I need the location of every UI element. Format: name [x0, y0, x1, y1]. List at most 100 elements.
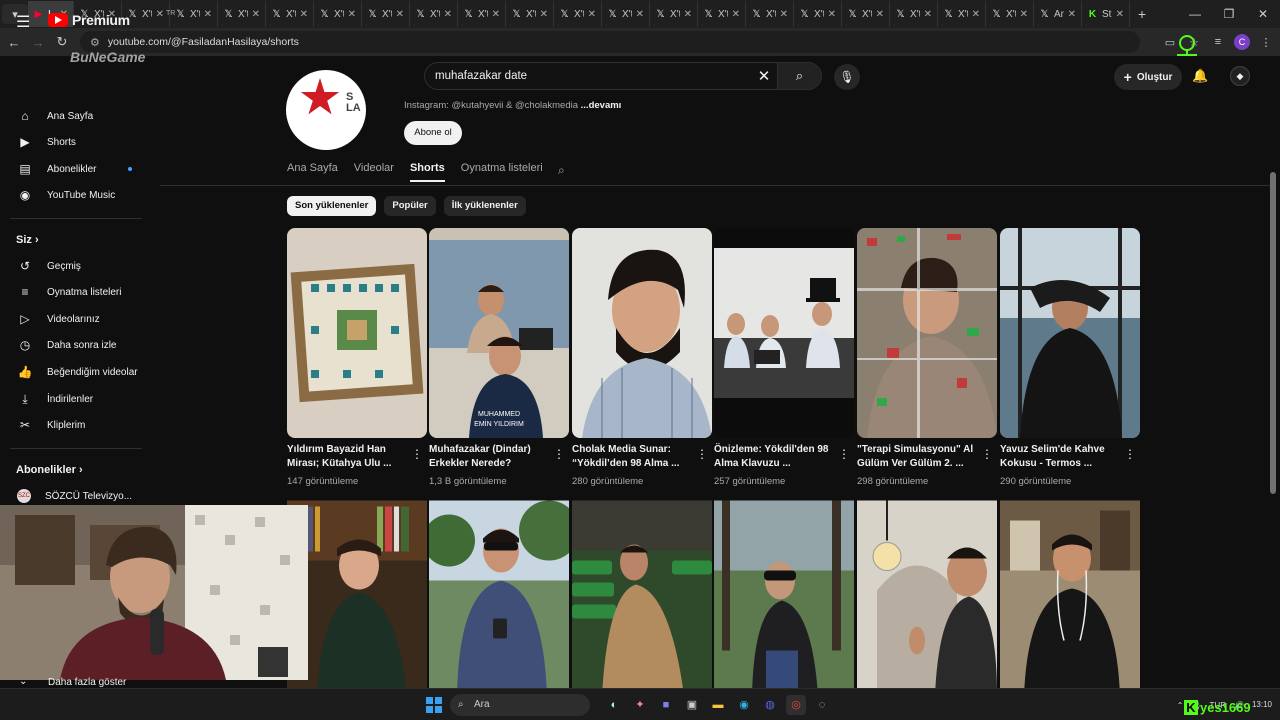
browser-tab[interactable]: 𝕏 X'te ✕ [986, 1, 1034, 27]
create-button[interactable]: + Oluştur [1114, 64, 1182, 90]
close-tab-icon[interactable]: ✕ [396, 9, 404, 20]
media-icon[interactable]: ≡ [1210, 36, 1226, 48]
new-tab-button[interactable]: + [1130, 6, 1154, 22]
browser-tab[interactable]: 𝕏 X'te ✕ [266, 1, 314, 27]
browser-tab[interactable]: 𝕏 X'te ✕ [362, 1, 410, 27]
close-tab-icon[interactable]: ✕ [876, 9, 884, 20]
browser-tab[interactable]: 𝕏 X'te ✕ [506, 1, 554, 27]
short-thumbnail-row2-3[interactable] [572, 493, 712, 688]
channel-tab[interactable]: Oynatma listeleri [461, 162, 543, 182]
store-icon[interactable]: ▣ [682, 695, 702, 715]
chrome-icon[interactable]: ◎ [786, 695, 806, 715]
close-tab-icon[interactable]: ✕ [1068, 9, 1076, 20]
sidebar-item[interactable]: ↺ Geçmiş [0, 253, 150, 279]
task-view-icon[interactable]: ◐ [604, 695, 624, 715]
file-explorer-icon[interactable]: ▬ [708, 695, 728, 715]
close-tab-icon[interactable]: ✕ [1116, 9, 1124, 20]
close-tab-icon[interactable]: ✕ [348, 9, 356, 20]
sidebar-item[interactable]: 👍 Beğendiğim videolar [0, 359, 150, 385]
clock[interactable]: 13:10 [1252, 700, 1272, 710]
youtube-premium-logo[interactable]: Premium TR [48, 10, 175, 28]
filter-chip[interactable]: Popüler [384, 196, 436, 216]
channel-tab[interactable]: Shorts [409, 162, 445, 182]
browser-tab[interactable]: 𝕏 X'te ✕ [842, 1, 890, 27]
more-options-icon[interactable]: ⋮ [981, 447, 993, 461]
maximize-button[interactable]: ❐ [1212, 7, 1246, 21]
browser-tab[interactable]: 𝕏 Ana ✕ [1034, 1, 1082, 27]
browser-tab[interactable]: 𝕏 X'te ✕ [314, 1, 362, 27]
you-section-header[interactable]: Siz › [16, 234, 39, 246]
close-tab-icon[interactable]: ✕ [588, 9, 596, 20]
sidebar-item[interactable]: ≡ Oynatma listeleri [0, 279, 150, 305]
browser-tab[interactable]: 𝕏 X'te ✕ [218, 1, 266, 27]
sidebar-item[interactable]: ✂ Kliplerim [0, 412, 150, 438]
edge-icon[interactable]: ◉ [734, 695, 754, 715]
close-tab-icon[interactable]: ✕ [300, 9, 308, 20]
short-thumbnail-row2-1[interactable] [287, 493, 427, 688]
browser-tab[interactable]: 𝕏 X'te ✕ [170, 1, 218, 27]
short-thumbnail[interactable] [857, 228, 997, 438]
channel-tab[interactable]: Ana Sayfa [287, 162, 338, 182]
close-tab-icon[interactable]: ✕ [780, 9, 788, 20]
more-options-icon[interactable]: ⋮ [1124, 447, 1136, 461]
close-tab-icon[interactable]: ✕ [636, 9, 644, 20]
sidebar-item[interactable]: ⌂ Ana Sayfa [0, 103, 150, 129]
app-icon[interactable]: ◌ [812, 695, 832, 715]
close-tab-icon[interactable]: ✕ [684, 9, 692, 20]
account-avatar[interactable]: ◆ [1230, 66, 1250, 86]
show-more-link[interactable]: Daha fazla göster [48, 677, 126, 688]
sidebar-item[interactable]: ▶ Shorts [0, 129, 150, 155]
minimize-button[interactable]: — [1178, 7, 1212, 21]
browser-tab[interactable]: 𝕏 X'te ✕ [554, 1, 602, 27]
search-box[interactable]: muhafazakar date ✕ ⌕ [424, 62, 822, 90]
filter-chip[interactable]: Son yüklenenler [287, 196, 377, 216]
tray-chevron-icon[interactable]: ⌃ [1177, 701, 1184, 710]
close-tab-icon[interactable]: ✕ [252, 9, 260, 20]
browser-tab[interactable]: K Strea ✕ [1082, 1, 1130, 27]
more-options-icon[interactable]: ⋮ [696, 447, 708, 461]
subscribe-button[interactable]: Abone ol [404, 121, 462, 145]
close-tab-icon[interactable]: ✕ [972, 9, 980, 20]
browser-tab[interactable]: 𝕏 X'te ✕ [650, 1, 698, 27]
subscriptions-section-header[interactable]: Abonelikler › [16, 464, 83, 476]
close-tab-icon[interactable]: ✕ [828, 9, 836, 20]
filter-chip[interactable]: İlk yüklenenler [443, 196, 526, 216]
short-thumbnail-row2-6[interactable] [1000, 493, 1140, 688]
taskbar-search[interactable]: ⌕ Ara [450, 694, 590, 716]
teams-icon[interactable]: ■ [656, 695, 676, 715]
notifications-bell-icon[interactable]: 🔔 [1192, 68, 1208, 84]
short-thumbnail-row2-4[interactable] [714, 493, 854, 688]
clear-search-icon[interactable]: ✕ [751, 67, 777, 85]
channel-search-icon[interactable]: ⌕ [558, 163, 565, 178]
sidebar-item[interactable]: ⤓ İndirilenler [0, 386, 150, 412]
short-title[interactable]: Muhafazakar (Dindar) Erkekler Nerede? [429, 443, 554, 471]
chevron-down-icon[interactable]: ⌄ [19, 676, 27, 687]
short-thumbnail-row2-2[interactable] [429, 493, 569, 688]
voice-search-button[interactable]: 🎙 [834, 64, 860, 90]
short-thumbnail-row2-5[interactable] [857, 493, 997, 688]
url-field[interactable]: ⚙ youtube.com/@FasiladanHasilaya/shorts [80, 31, 1140, 53]
copilot-icon[interactable]: ✦ [630, 695, 650, 715]
site-info-icon[interactable]: ⚙ [90, 36, 100, 49]
browser-tab[interactable]: 𝕏 X'te ✕ [458, 1, 506, 27]
browser-menu-icon[interactable]: ⋮ [1258, 36, 1274, 49]
close-tab-icon[interactable]: ✕ [204, 9, 212, 20]
short-thumbnail[interactable] [1000, 228, 1140, 438]
short-thumbnail[interactable]: MUHAMMED EMİN YILDIRIM [429, 228, 569, 438]
sidebar-item[interactable]: ◷ Daha sonra izle [0, 332, 150, 358]
profile-avatar[interactable]: C [1234, 34, 1250, 50]
search-button[interactable]: ⌕ [777, 63, 821, 89]
channel-tab[interactable]: Videolar [354, 162, 394, 182]
browser-tab[interactable]: 𝕏 X'te ✕ [794, 1, 842, 27]
more-options-icon[interactable]: ⋮ [553, 447, 565, 461]
back-icon[interactable]: ← [2, 35, 26, 50]
sidebar-item[interactable]: ◉ YouTube Music [0, 182, 150, 208]
close-tab-icon[interactable]: ✕ [444, 9, 452, 20]
sidebar-item[interactable]: ▷ Videolarınız [0, 306, 150, 332]
close-tab-icon[interactable]: ✕ [492, 9, 500, 20]
short-title[interactable]: Yıldırım Bayazid Han Mirası; Kütahya Ulu… [287, 443, 412, 471]
short-title[interactable]: Yavuz Selim'de Kahve Kokusu - Termos ... [1000, 443, 1125, 471]
forward-icon[interactable]: → [26, 35, 50, 50]
browser-tab[interactable]: 𝕏 X'te ✕ [890, 1, 938, 27]
short-title[interactable]: Cholak Media Sunar: “Yökdil’den 98 Alma … [572, 443, 697, 471]
